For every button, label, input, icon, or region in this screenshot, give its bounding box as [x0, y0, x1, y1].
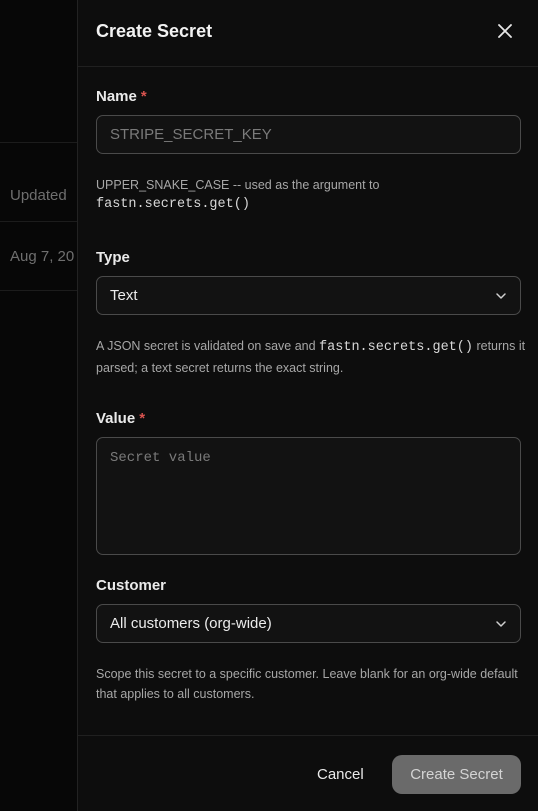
name-help-text: UPPER_SNAKE_CASE -- used as the argument…: [96, 175, 526, 215]
table-divider: [0, 221, 77, 222]
close-button[interactable]: [496, 22, 514, 40]
value-label-text: Value: [96, 410, 136, 427]
column-header-updated: Updated: [10, 187, 67, 204]
customer-help-text: Scope this secret to a specific customer…: [96, 667, 518, 701]
customer-select[interactable]: All customers (org-wide): [96, 604, 521, 643]
name-help-code: fastn.secrets.get(): [96, 197, 250, 212]
table-cell-date: Aug 7, 20: [10, 248, 75, 265]
cancel-button[interactable]: Cancel: [317, 766, 364, 783]
dialog-header: Create Secret: [78, 0, 538, 67]
name-label: Name *: [96, 88, 147, 105]
background-table: Updated Aug 7, 20: [0, 0, 77, 811]
customer-label: Customer: [96, 577, 167, 594]
type-help-code: fastn.secrets.get(): [319, 340, 473, 355]
required-indicator: *: [139, 410, 146, 427]
name-input[interactable]: [96, 115, 521, 154]
value-label: Value *: [96, 410, 145, 427]
type-help-part1: A JSON secret is validated on save and: [96, 339, 320, 353]
dialog-footer: Cancel Create Secret: [78, 735, 538, 811]
dialog-title: Create Secret: [96, 21, 213, 41]
close-icon: [498, 24, 512, 38]
required-indicator: *: [140, 88, 147, 105]
name-help-line: UPPER_SNAKE_CASE -- used as the argument…: [96, 178, 380, 192]
type-select-value: Text: [110, 287, 138, 304]
create-secret-dialog: Create Secret Name* UPPER_SNAKE_CASE -- …: [77, 0, 538, 811]
chevron-down-icon: [496, 620, 506, 627]
type-select[interactable]: Text: [96, 276, 521, 315]
type-help-text: A JSON secret is validated on save and f…: [96, 336, 526, 378]
create-secret-button[interactable]: Create Secret: [392, 755, 521, 794]
customer-select-value: All customers (org-wide): [110, 615, 272, 632]
chevron-down-icon: [496, 292, 506, 299]
table-divider: [0, 142, 77, 143]
type-label: Type: [96, 249, 130, 266]
name-label-text: Name: [96, 88, 137, 105]
table-divider: [0, 290, 77, 291]
secret-value-textarea[interactable]: [96, 437, 521, 555]
